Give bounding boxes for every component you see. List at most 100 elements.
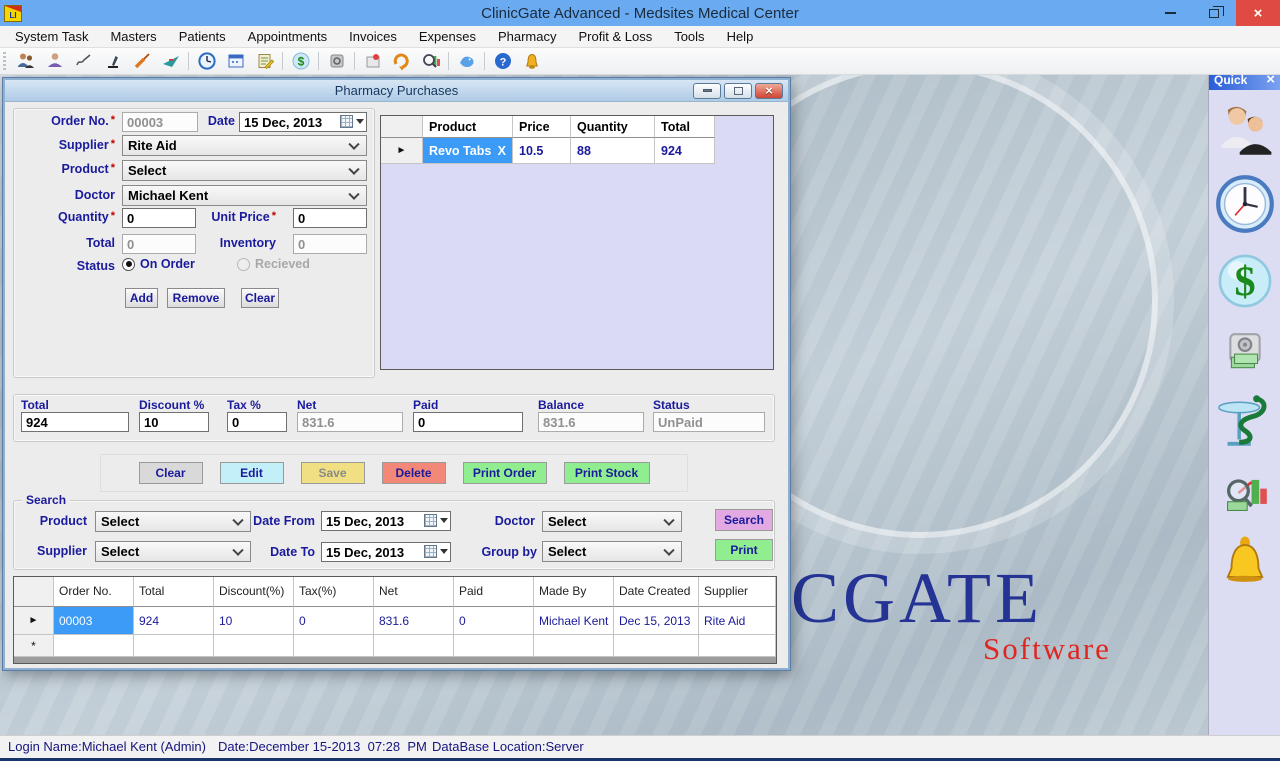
orders-grid-col[interactable]: Total xyxy=(134,577,214,607)
quick-cash-safe-icon[interactable] xyxy=(1222,329,1268,380)
menu-profit-loss[interactable]: Profit & Loss xyxy=(568,26,664,47)
syringe-icon[interactable] xyxy=(130,50,153,72)
supplier-select[interactable]: Rite Aid xyxy=(122,135,367,156)
quick-close-icon[interactable]: × xyxy=(1266,75,1275,87)
empty-cell[interactable] xyxy=(374,635,454,657)
empty-cell[interactable] xyxy=(699,635,776,657)
patients-group-icon[interactable] xyxy=(14,50,37,72)
quick-reports-analysis-icon[interactable] xyxy=(1221,469,1269,522)
orders-cell-paid[interactable]: 0 xyxy=(454,607,534,635)
orders-cell-made-by[interactable]: Michael Kent xyxy=(534,607,614,635)
menu-pharmacy[interactable]: Pharmacy xyxy=(487,26,568,47)
inventory-field[interactable]: 0 xyxy=(293,234,367,254)
product-select[interactable]: Select xyxy=(122,160,367,181)
items-grid-row[interactable]: ► Revo TabsX 10.5 88 924 xyxy=(381,138,773,164)
delete-button[interactable]: Delete xyxy=(382,462,446,484)
quick-billing-dollar-icon[interactable]: $ xyxy=(1216,252,1274,315)
remove-button[interactable]: Remove xyxy=(167,288,225,308)
alerts-bell-icon[interactable] xyxy=(520,50,543,72)
empty-cell[interactable] xyxy=(134,635,214,657)
calendar-icon[interactable] xyxy=(424,514,437,527)
items-grid-col-quantity[interactable]: Quantity xyxy=(571,116,655,138)
search-date-to-field[interactable]: 15 Dec, 2013 xyxy=(321,542,451,562)
refresh-arrow-icon[interactable] xyxy=(390,50,413,72)
dialog-minimize-button[interactable] xyxy=(693,83,721,99)
quick-appointments-clock-icon[interactable] xyxy=(1214,173,1276,240)
dialog-close-button[interactable]: × xyxy=(755,83,783,99)
items-grid-cell-total[interactable]: 924 xyxy=(655,138,715,164)
orders-grid-col[interactable]: Supplier xyxy=(699,577,776,607)
order-no-field[interactable]: 00003 xyxy=(122,112,198,132)
items-grid-col-product[interactable]: Product xyxy=(423,116,513,138)
search-doctor-select[interactable]: Select xyxy=(542,511,682,532)
restore-button[interactable] xyxy=(1192,0,1236,26)
inventory-box-icon[interactable] xyxy=(361,50,384,72)
remove-item-icon[interactable]: X xyxy=(498,144,506,158)
menu-appointments[interactable]: Appointments xyxy=(237,26,339,47)
unit-price-field[interactable]: 0 xyxy=(293,208,367,228)
orders-grid-col[interactable]: Made By xyxy=(534,577,614,607)
chevron-down-icon[interactable] xyxy=(440,518,448,523)
orders-cell-total[interactable]: 924 xyxy=(134,607,214,635)
clock-icon[interactable] xyxy=(195,50,218,72)
orders-grid-row[interactable]: ► 00003 924 10 0 831.6 0 Michael Kent De… xyxy=(14,607,776,635)
help-icon[interactable]: ? xyxy=(491,50,514,72)
print-button[interactable]: Print xyxy=(715,539,773,561)
quick-patients-icon[interactable] xyxy=(1216,102,1274,165)
save-button[interactable]: Save xyxy=(301,462,365,484)
empty-cell[interactable] xyxy=(294,635,374,657)
doctor-select[interactable]: Michael Kent xyxy=(122,185,367,206)
date-field[interactable]: 15 Dec, 2013 xyxy=(239,112,367,132)
orders-cell-net[interactable]: 831.6 xyxy=(374,607,454,635)
orders-grid-col[interactable]: Order No. xyxy=(54,577,134,607)
clear-items-button[interactable]: Clear xyxy=(241,288,279,308)
search-button[interactable]: Search xyxy=(715,509,773,531)
totals-balance-field[interactable]: 831.6 xyxy=(538,412,644,432)
empty-cell[interactable] xyxy=(614,635,699,657)
orders-cell-date-created[interactable]: Dec 15, 2013 xyxy=(614,607,699,635)
cash-safe-icon[interactable] xyxy=(325,50,348,72)
medical-transport-icon[interactable] xyxy=(159,50,182,72)
empty-cell[interactable] xyxy=(534,635,614,657)
quick-reminders-bell-icon[interactable] xyxy=(1218,534,1272,593)
search-supplier-select[interactable]: Select xyxy=(95,541,251,562)
calendar-icon[interactable] xyxy=(424,545,437,558)
quantity-field[interactable]: 0 xyxy=(122,208,196,228)
quick-pharmacy-snake-icon[interactable] xyxy=(1213,390,1277,459)
totals-total-field[interactable]: 924 xyxy=(21,412,129,432)
totals-status-field[interactable]: UnPaid xyxy=(653,412,765,432)
row-selector-icon[interactable]: ► xyxy=(381,138,423,164)
search-group-by-select[interactable]: Select xyxy=(542,541,682,562)
print-order-button[interactable]: Print Order xyxy=(463,462,547,484)
status-on-order-radio[interactable]: On Order xyxy=(122,257,195,271)
signature-icon[interactable] xyxy=(72,50,95,72)
menu-patients[interactable]: Patients xyxy=(168,26,237,47)
chevron-down-icon[interactable] xyxy=(440,549,448,554)
totals-tax-field[interactable]: 0 xyxy=(227,412,287,432)
totals-paid-field[interactable]: 0 xyxy=(413,412,523,432)
orders-grid-col[interactable]: Net xyxy=(374,577,454,607)
menu-help[interactable]: Help xyxy=(716,26,765,47)
currency-dollar-icon[interactable]: $ xyxy=(289,50,312,72)
status-received-radio[interactable]: Recieved xyxy=(237,257,310,271)
chevron-down-icon[interactable] xyxy=(356,119,364,124)
dialog-maximize-button[interactable] xyxy=(724,83,752,99)
orders-grid-col[interactable]: Date Created xyxy=(614,577,699,607)
add-button[interactable]: Add xyxy=(125,288,158,308)
billing-note-icon[interactable] xyxy=(253,50,276,72)
menu-expenses[interactable]: Expenses xyxy=(408,26,487,47)
totals-discount-field[interactable]: 10 xyxy=(139,412,209,432)
calendar-icon[interactable] xyxy=(340,115,353,128)
dialog-titlebar[interactable]: Pharmacy Purchases × xyxy=(5,80,788,102)
orders-cell-supplier[interactable]: Rite Aid xyxy=(699,607,776,635)
orders-grid-col[interactable]: Paid xyxy=(454,577,534,607)
empty-cell[interactable] xyxy=(214,635,294,657)
menu-invoices[interactable]: Invoices xyxy=(338,26,408,47)
search-product-select[interactable]: Select xyxy=(95,511,251,532)
items-grid-col-price[interactable]: Price xyxy=(513,116,571,138)
edit-button[interactable]: Edit xyxy=(220,462,284,484)
financial-report-icon[interactable] xyxy=(419,50,442,72)
orders-grid-col[interactable]: Discount(%) xyxy=(214,577,294,607)
totals-net-field[interactable]: 831.6 xyxy=(297,412,403,432)
calendar-icon[interactable] xyxy=(224,50,247,72)
